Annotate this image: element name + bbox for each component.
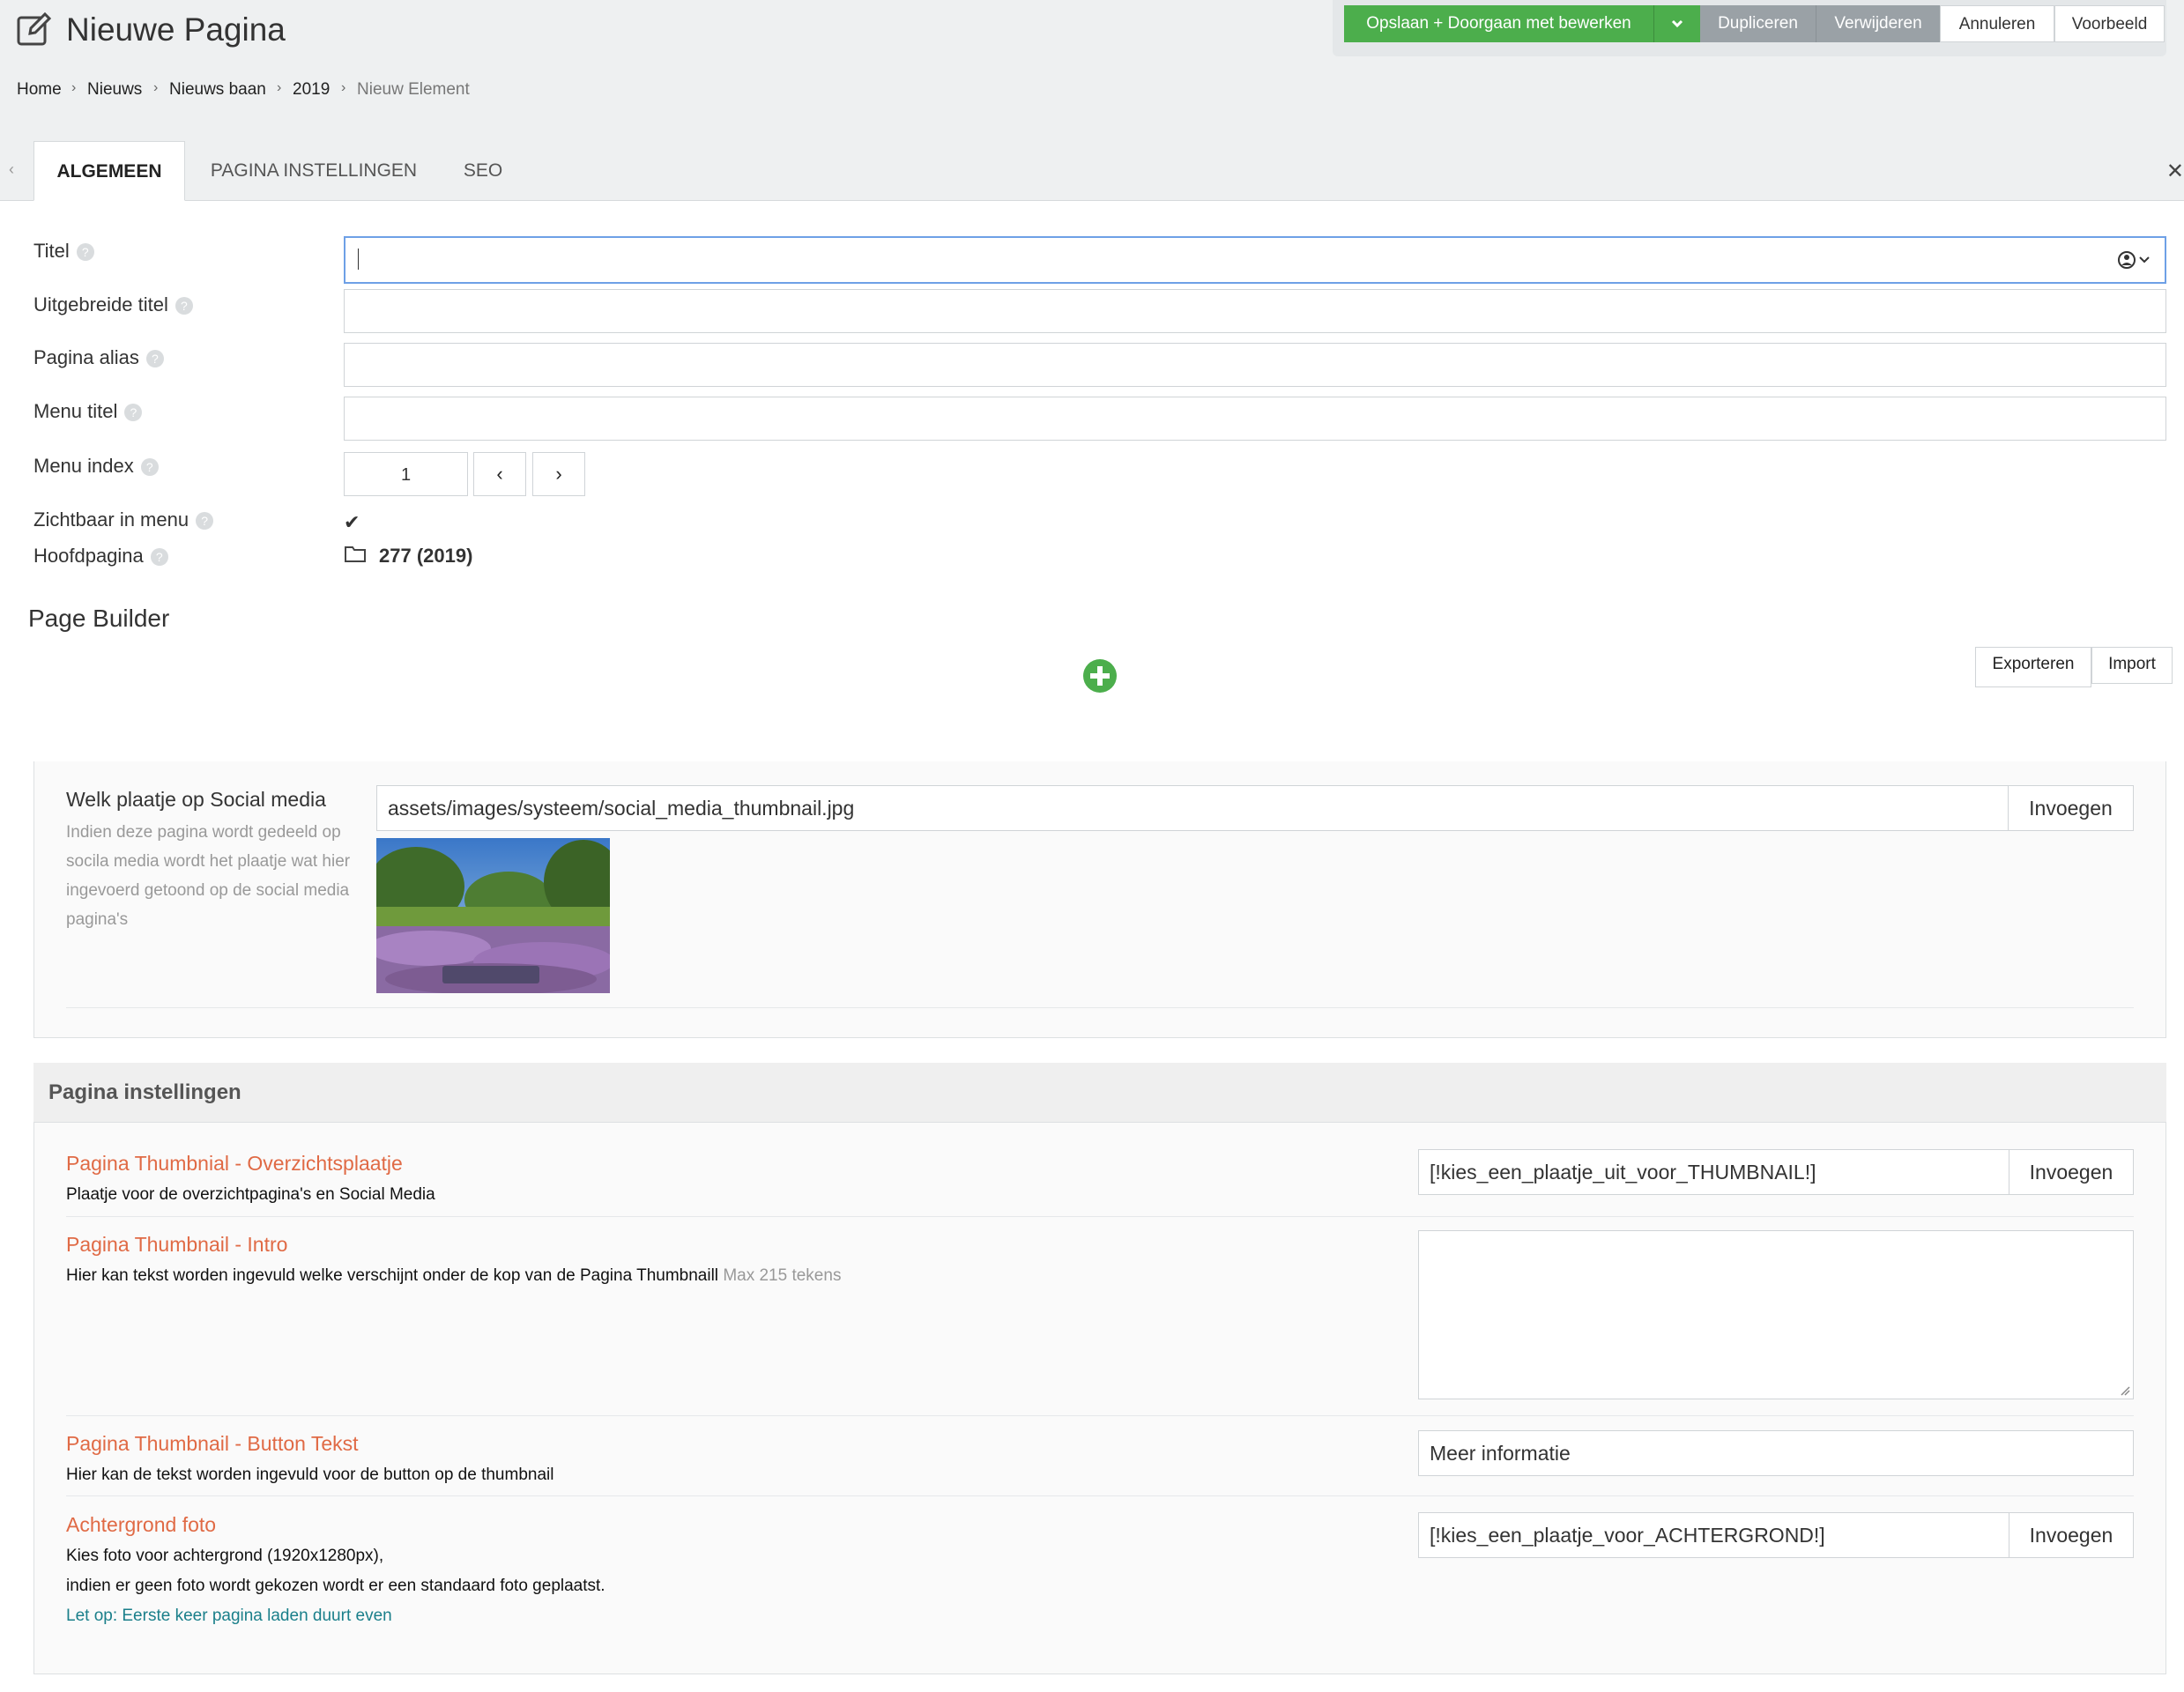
- chevron-right-icon: ›: [341, 80, 346, 95]
- delete-button[interactable]: Verwijderen: [1816, 5, 1940, 42]
- social-image-title: Welk plaatje op Social media: [66, 788, 326, 811]
- background-note: Let op: Eerste keer pagina laden duurt e…: [66, 1607, 392, 1625]
- intro-title: Pagina Thumbnail - Intro: [66, 1233, 288, 1256]
- background-input[interactable]: [!kies_een_plaatje_voor_ACHTERGROND!]: [1418, 1512, 2009, 1558]
- chevron-right-icon: ›: [277, 80, 282, 95]
- titel-label: Titel?: [33, 240, 94, 263]
- cancel-button[interactable]: Annuleren: [1940, 5, 2054, 42]
- thumbnail-title: Pagina Thumbnial - Overzichtsplaatje: [66, 1152, 403, 1175]
- breadcrumb-nieuws[interactable]: Nieuws: [87, 80, 142, 100]
- import-button[interactable]: Import: [2091, 647, 2173, 684]
- tab-scroll-left-icon[interactable]: ‹: [9, 160, 14, 179]
- help-icon[interactable]: ?: [145, 350, 164, 368]
- background-description-1: Kies foto voor achtergrond (1920x1280px)…: [66, 1547, 384, 1565]
- menu-titel-input[interactable]: [344, 397, 2166, 441]
- breadcrumb-current: Nieuw Element: [357, 80, 470, 99]
- panel-header: [33, 1063, 2166, 1123]
- background-insert-button[interactable]: Invoegen: [2009, 1512, 2134, 1558]
- export-button[interactable]: Exporteren: [1975, 647, 2091, 687]
- panel-title: Pagina instellingen: [48, 1080, 241, 1104]
- help-icon[interactable]: ?: [175, 297, 193, 315]
- folder-icon: [345, 546, 366, 562]
- zichtbaar-label: Zichtbaar in menu?: [33, 508, 214, 531]
- titel-input[interactable]: [344, 236, 2166, 284]
- menu-index-increase-button[interactable]: ›: [532, 452, 585, 496]
- chevron-left-icon: ‹: [496, 463, 503, 485]
- background-description-2: indien er geen foto wordt gekozen wordt …: [66, 1577, 605, 1595]
- social-image-input[interactable]: assets/images/systeem/social_media_thumb…: [376, 785, 2009, 831]
- hoofdpagina-value[interactable]: 277 (2019): [379, 545, 472, 568]
- resize-grip-icon[interactable]: [2120, 1385, 2130, 1396]
- chevron-down-icon: [1671, 19, 1683, 28]
- hoofdpagina-label: Hoofdpagina?: [33, 545, 168, 568]
- divider: [66, 1415, 2134, 1416]
- divider: [66, 1216, 2134, 1217]
- intro-max-hint: Max 215 tekens: [723, 1266, 842, 1285]
- menu-index-input[interactable]: 1: [344, 452, 468, 496]
- page-title: Nieuwe Pagina: [66, 11, 286, 48]
- divider: [66, 1007, 2134, 1008]
- background-title: Achtergrond foto: [66, 1513, 217, 1536]
- divider: [66, 1495, 2134, 1496]
- thumbnail-description: Plaatje voor de overzichtpagina's en Soc…: [66, 1185, 435, 1204]
- save-options-button[interactable]: [1654, 5, 1700, 42]
- help-icon[interactable]: ?: [124, 404, 143, 422]
- chevron-right-icon: ›: [153, 80, 159, 95]
- text-cursor: [358, 249, 359, 270]
- menu-titel-label: Menu titel?: [33, 400, 143, 423]
- uitgebreide-titel-input[interactable]: [344, 289, 2166, 333]
- intro-textarea[interactable]: [1418, 1230, 2134, 1399]
- uitgebreide-titel-label: Uitgebreide titel?: [33, 293, 193, 316]
- thumbnail-insert-button[interactable]: Invoegen: [2009, 1149, 2134, 1195]
- help-icon[interactable]: ?: [76, 243, 94, 262]
- menu-index-label: Menu index?: [33, 455, 159, 478]
- social-thumbnail-image: [376, 838, 610, 993]
- tab-seo[interactable]: SEO: [449, 141, 516, 201]
- social-image-description: Indien deze pagina wordt gedeeld op soci…: [66, 823, 351, 929]
- social-image-insert-button[interactable]: Invoegen: [2008, 785, 2134, 831]
- help-icon[interactable]: ?: [196, 512, 214, 531]
- zichtbaar-checkbox[interactable]: ✔: [344, 511, 360, 534]
- close-icon[interactable]: ✕: [2166, 159, 2184, 184]
- pagina-alias-label: Pagina alias?: [33, 346, 164, 369]
- breadcrumb-nieuws-baan[interactable]: Nieuws baan: [169, 80, 266, 100]
- chevron-right-icon: ›: [71, 80, 77, 95]
- intro-description: Hier kan tekst worden ingevuld welke ver…: [66, 1266, 842, 1285]
- button-text-description: Hier kan de tekst worden ingevuld voor d…: [66, 1466, 554, 1484]
- breadcrumb-home[interactable]: Home: [17, 80, 62, 100]
- duplicate-button[interactable]: Dupliceren: [1700, 5, 1816, 42]
- tab-algemeen[interactable]: ALGEMEEN: [33, 141, 185, 201]
- breadcrumb-2019[interactable]: 2019: [293, 80, 330, 100]
- user-dropdown-icon[interactable]: [2117, 249, 2152, 271]
- page-builder-title: Page Builder: [28, 605, 170, 632]
- tab-pagina-instellingen[interactable]: PAGINA INSTELLINGEN: [199, 141, 428, 201]
- button-text-input[interactable]: Meer informatie: [1418, 1430, 2134, 1476]
- add-element-button[interactable]: [1083, 659, 1117, 693]
- edit-icon: [17, 11, 52, 46]
- chevron-right-icon: ›: [555, 463, 562, 485]
- menu-index-decrease-button[interactable]: ‹: [473, 452, 526, 496]
- help-icon[interactable]: ?: [150, 548, 168, 567]
- pagina-alias-input[interactable]: [344, 343, 2166, 387]
- help-icon[interactable]: ?: [140, 458, 159, 477]
- preview-button[interactable]: Voorbeeld: [2054, 5, 2165, 42]
- save-continue-button[interactable]: Opslaan + Doorgaan met bewerken: [1344, 5, 1654, 42]
- button-text-title: Pagina Thumbnail - Button Tekst: [66, 1432, 359, 1455]
- thumbnail-input[interactable]: [!kies_een_plaatje_uit_voor_THUMBNAIL!]: [1418, 1149, 2009, 1195]
